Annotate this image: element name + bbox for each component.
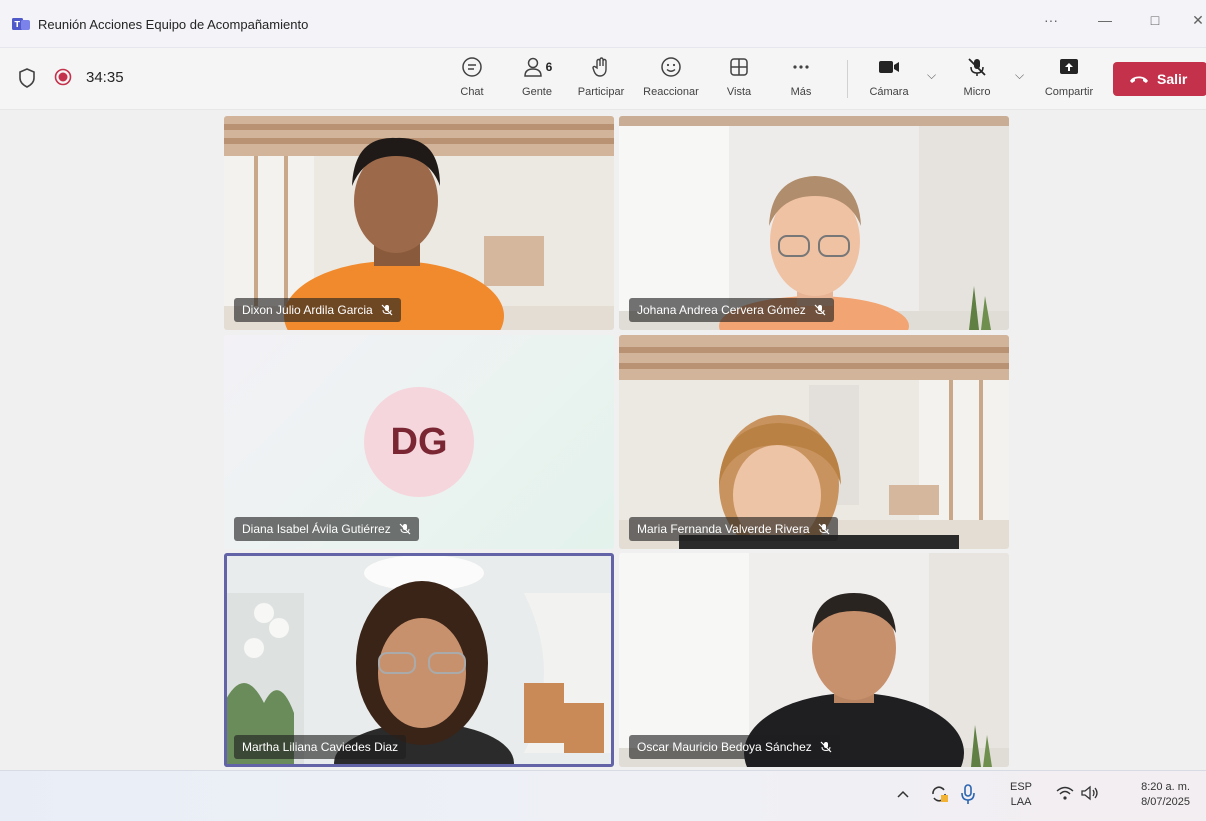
camera-icon — [879, 61, 899, 73]
volume-icon[interactable] — [1080, 784, 1100, 805]
show-hidden-icons-chevron-icon[interactable] — [896, 787, 910, 802]
window-title: Reunión Acciones Equipo de Acompañamient… — [38, 17, 309, 32]
toolbar-separator — [847, 60, 848, 98]
camera-button[interactable]: Cámara — [866, 54, 912, 106]
share-button[interactable]: Compartir — [1038, 54, 1100, 106]
people-label: Gente — [522, 86, 552, 98]
participant-nameplate: Martha Liliana Caviedes Diaz — [234, 735, 407, 759]
participant-tile[interactable]: Dixon Julio Ardila Garcia — [224, 116, 614, 330]
shield-icon[interactable] — [18, 68, 36, 88]
participant-tile[interactable]: Maria Fernanda Valverde Rivera — [619, 335, 1009, 549]
mic-muted-icon — [820, 741, 832, 753]
meeting-timer: 34:35 — [86, 69, 124, 86]
mic-label: Micro — [963, 86, 991, 98]
chat-label: Chat — [460, 86, 484, 98]
participant-name: Oscar Mauricio Bedoya Sánchez — [637, 740, 812, 754]
participant-name: Diana Isabel Ávila Gutiérrez — [242, 522, 391, 536]
input-language[interactable]: ESP LAA — [1010, 780, 1032, 810]
people-count: 6 — [545, 60, 553, 74]
raise-hand-button[interactable]: Participar — [573, 54, 629, 106]
more-button[interactable]: Más — [786, 54, 816, 106]
mic-button[interactable]: Micro — [960, 54, 994, 106]
hang-up-icon — [1130, 76, 1148, 83]
participant-name: Dixon Julio Ardila Garcia — [242, 303, 373, 317]
participant-name: Martha Liliana Caviedes Diaz — [242, 740, 399, 754]
recording-icon — [54, 68, 72, 86]
people-icon — [523, 57, 542, 77]
mic-options-chevron-icon[interactable]: ⌵ — [1015, 68, 1024, 83]
svg-text:T: T — [15, 20, 21, 29]
maximize-button[interactable]: □ — [1143, 12, 1167, 28]
meeting-toolbar: 34:35 Chat 6 Gente Participar Reaccionar… — [0, 48, 1206, 110]
mic-muted-icon — [818, 523, 829, 535]
clock-date: 8/07/2025 — [1141, 796, 1190, 808]
mic-muted-icon — [814, 304, 826, 316]
chat-button[interactable]: Chat — [455, 54, 489, 106]
mic-off-icon — [968, 58, 986, 76]
avatar: DG — [364, 387, 474, 497]
grid-view-icon — [730, 58, 748, 76]
clock-time: 8:20 a. m. — [1141, 781, 1190, 793]
language-code: ESP — [1010, 781, 1033, 793]
more-icon — [793, 65, 809, 69]
participant-nameplate: Diana Isabel Ávila Gutiérrez — [234, 517, 419, 541]
participant-name: Johana Andrea Cervera Gómez — [637, 303, 806, 317]
wifi-icon[interactable] — [1055, 784, 1075, 805]
title-bar: T Reunión Acciones Equipo de Acompañamie… — [0, 0, 1206, 48]
chat-icon — [462, 57, 482, 77]
more-label: Más — [790, 86, 812, 98]
share-icon — [1060, 59, 1078, 74]
sync-icon[interactable] — [928, 783, 950, 808]
leave-label: Salir — [1157, 71, 1188, 87]
view-label: Vista — [726, 86, 752, 98]
view-button[interactable]: Vista — [722, 54, 756, 106]
react-button[interactable]: Reaccionar — [640, 54, 702, 106]
close-button[interactable]: ✕ — [1190, 12, 1206, 29]
participant-nameplate: Oscar Mauricio Bedoya Sánchez — [629, 735, 840, 759]
raise-hand-icon — [592, 57, 607, 77]
raise-hand-label: Participar — [577, 86, 625, 98]
people-button[interactable]: 6 Gente — [517, 54, 557, 106]
participant-nameplate: Maria Fernanda Valverde Rivera — [629, 517, 838, 541]
smiley-icon — [661, 57, 681, 77]
teams-app-icon: T — [12, 18, 30, 30]
participant-tile-active-speaker[interactable]: Martha Liliana Caviedes Diaz — [224, 553, 614, 767]
participant-name: Maria Fernanda Valverde Rivera — [637, 522, 810, 536]
microphone-in-use-icon[interactable] — [961, 783, 975, 808]
participant-tile[interactable]: Johana Andrea Cervera Gómez — [619, 116, 1009, 330]
mic-muted-icon — [399, 523, 411, 535]
mic-muted-icon — [381, 304, 393, 316]
participant-tile[interactable]: DG Diana Isabel Ávila Gutiérrez — [224, 335, 614, 549]
camera-label: Cámara — [869, 86, 909, 98]
share-label: Compartir — [1044, 86, 1094, 98]
keyboard-layout: LAA — [1010, 796, 1032, 808]
participant-tile[interactable]: Oscar Mauricio Bedoya Sánchez — [619, 553, 1009, 767]
minimize-button[interactable]: — — [1093, 12, 1117, 28]
participant-nameplate: Johana Andrea Cervera Gómez — [629, 298, 834, 322]
camera-options-chevron-icon[interactable]: ⌵ — [927, 68, 936, 83]
participant-nameplate: Dixon Julio Ardila Garcia — [234, 298, 401, 322]
taskbar: ESP LAA 8:20 a. m. 8/07/2025 — [0, 770, 1206, 821]
leave-button[interactable]: Salir — [1113, 62, 1206, 96]
more-options-icon[interactable]: ··· — [1039, 12, 1063, 28]
video-stage: Dixon Julio Ardila Garcia Johana Andrea … — [0, 110, 1206, 770]
react-label: Reaccionar — [643, 86, 699, 98]
system-clock[interactable]: 8:20 a. m. 8/07/2025 — [1118, 780, 1190, 810]
